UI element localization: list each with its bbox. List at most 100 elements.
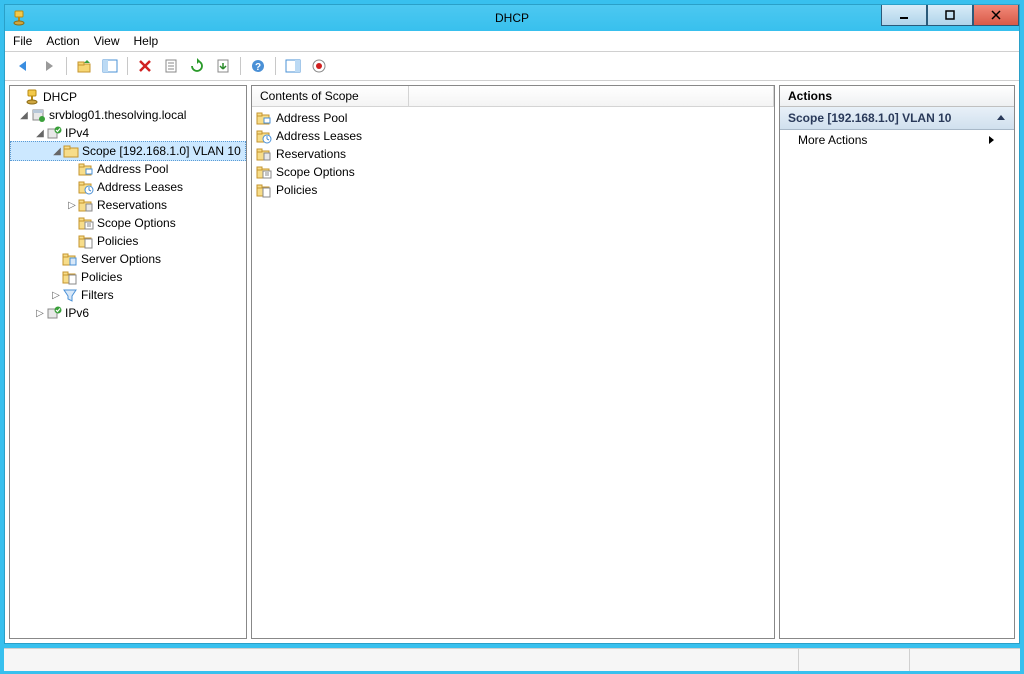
nav-back-button[interactable] [11,54,35,78]
toolbar-separator [240,57,241,75]
actions-scope-header[interactable]: Scope [192.168.1.0] VLAN 10 [780,107,1014,130]
tree-node-reservations[interactable]: ▷ Reservations [10,196,246,214]
tree-node-ipv4[interactable]: ◢ IPv4 [10,124,246,142]
minimize-button[interactable] [881,5,927,26]
server-icon [30,107,46,123]
app-icon [11,10,27,26]
address-leases-icon [256,128,272,144]
action-pane-toggle-button[interactable] [281,54,305,78]
dhcp-root-icon [24,89,40,105]
export-button[interactable] [211,54,235,78]
tree-label: Server Options [81,252,161,266]
statusbar-cell [798,649,909,671]
up-button[interactable] [72,54,96,78]
menu-file[interactable]: File [13,34,32,48]
show-hide-tree-button[interactable] [98,54,122,78]
list-column-header[interactable]: Contents of Scope [252,86,409,106]
console-tree[interactable]: DHCP ◢ srvblog01.thesolving.local ◢ IPv4… [10,86,246,638]
menu-action[interactable]: Action [46,34,79,48]
tree-node-server-options[interactable]: Server Options [10,250,246,268]
list-header: Contents of Scope [252,86,774,107]
tree-label: DHCP [43,90,77,104]
mmc-window: DHCP File Action View Help [4,4,1020,644]
list-body[interactable]: Address Pool Address Leases Reservations… [252,107,774,638]
tree-node-scope-policies[interactable]: Policies [10,232,246,250]
toolbar: ? [5,52,1019,81]
tree-panel: DHCP ◢ srvblog01.thesolving.local ◢ IPv4… [9,85,247,639]
toolbar-separator [66,57,67,75]
tree-label: IPv4 [65,126,89,140]
ipv4-icon [46,125,62,141]
list-item-label: Scope Options [276,165,355,179]
tree-label: Scope Options [97,216,176,230]
tree-label: Filters [81,288,114,302]
console-body: DHCP ◢ srvblog01.thesolving.local ◢ IPv4… [5,81,1019,643]
address-leases-icon [78,179,94,195]
actions-scope-label: Scope [192.168.1.0] VLAN 10 [788,111,951,125]
tree-node-filters[interactable]: ▷ Filters [10,286,246,304]
reservations-icon [256,146,272,162]
expander-icon[interactable]: ▷ [50,290,62,301]
record-button[interactable] [307,54,331,78]
actions-more-actions[interactable]: More Actions [780,130,1014,150]
tree-label: srvblog01.thesolving.local [49,108,186,122]
properties-button[interactable] [159,54,183,78]
list-item-scope-options[interactable]: Scope Options [256,163,770,181]
tree-label: Address Pool [97,162,168,176]
list-column-header-empty[interactable] [409,86,774,106]
tree-node-scope-options[interactable]: Scope Options [10,214,246,232]
list-item-label: Address Leases [276,129,362,143]
ipv6-icon [46,305,62,321]
actions-panel: Actions Scope [192.168.1.0] VLAN 10 More… [779,85,1015,639]
expander-icon[interactable]: ▷ [34,308,46,319]
list-item-reservations[interactable]: Reservations [256,145,770,163]
menubar: File Action View Help [5,31,1019,52]
address-pool-icon [78,161,94,177]
collapse-icon [996,113,1006,123]
tree-node-address-pool[interactable]: Address Pool [10,160,246,178]
menu-help[interactable]: Help [134,34,159,48]
policies-icon [62,269,78,285]
tree-label: Reservations [97,198,167,212]
menu-view[interactable]: View [94,34,120,48]
statusbar-spacer [4,649,798,671]
tree-node-policies[interactable]: Policies [10,268,246,286]
toolbar-separator [127,57,128,75]
tree-label: Address Leases [97,180,183,194]
tree-label: Scope [192.168.1.0] VLAN 10 [82,144,241,158]
help-button[interactable]: ? [246,54,270,78]
delete-button[interactable] [133,54,157,78]
address-pool-icon [256,110,272,126]
list-panel: Contents of Scope Address Pool Address L… [251,85,775,639]
chevron-right-icon [988,135,996,145]
refresh-button[interactable] [185,54,209,78]
expander-icon[interactable]: ◢ [34,128,46,139]
list-item-address-leases[interactable]: Address Leases [256,127,770,145]
tree-node-ipv6[interactable]: ▷ IPv6 [10,304,246,322]
list-item-label: Address Pool [276,111,347,125]
tree-node-dhcp-root[interactable]: DHCP [10,88,246,106]
svg-text:?: ? [255,62,261,73]
list-item-address-pool[interactable]: Address Pool [256,109,770,127]
expander-icon[interactable]: ▷ [66,200,78,211]
tree-label: Policies [97,234,138,248]
tree-node-server[interactable]: ◢ srvblog01.thesolving.local [10,106,246,124]
filters-icon [62,287,78,303]
window-controls [881,5,1019,26]
statusbar [4,648,1020,671]
scope-folder-icon [63,143,79,159]
window-title: DHCP [5,11,1019,25]
maximize-button[interactable] [927,5,973,26]
list-item-label: Policies [276,183,317,197]
scope-options-icon [256,164,272,180]
actions-header: Actions [780,86,1014,107]
tree-node-address-leases[interactable]: Address Leases [10,178,246,196]
nav-forward-button[interactable] [37,54,61,78]
list-item-policies[interactable]: Policies [256,181,770,199]
server-options-icon [62,251,78,267]
close-button[interactable] [973,5,1019,26]
tree-node-scope[interactable]: ◢ Scope [192.168.1.0] VLAN 10 [10,141,246,161]
expander-icon[interactable]: ◢ [18,110,30,121]
policies-icon [78,233,94,249]
expander-icon[interactable]: ◢ [51,146,63,157]
